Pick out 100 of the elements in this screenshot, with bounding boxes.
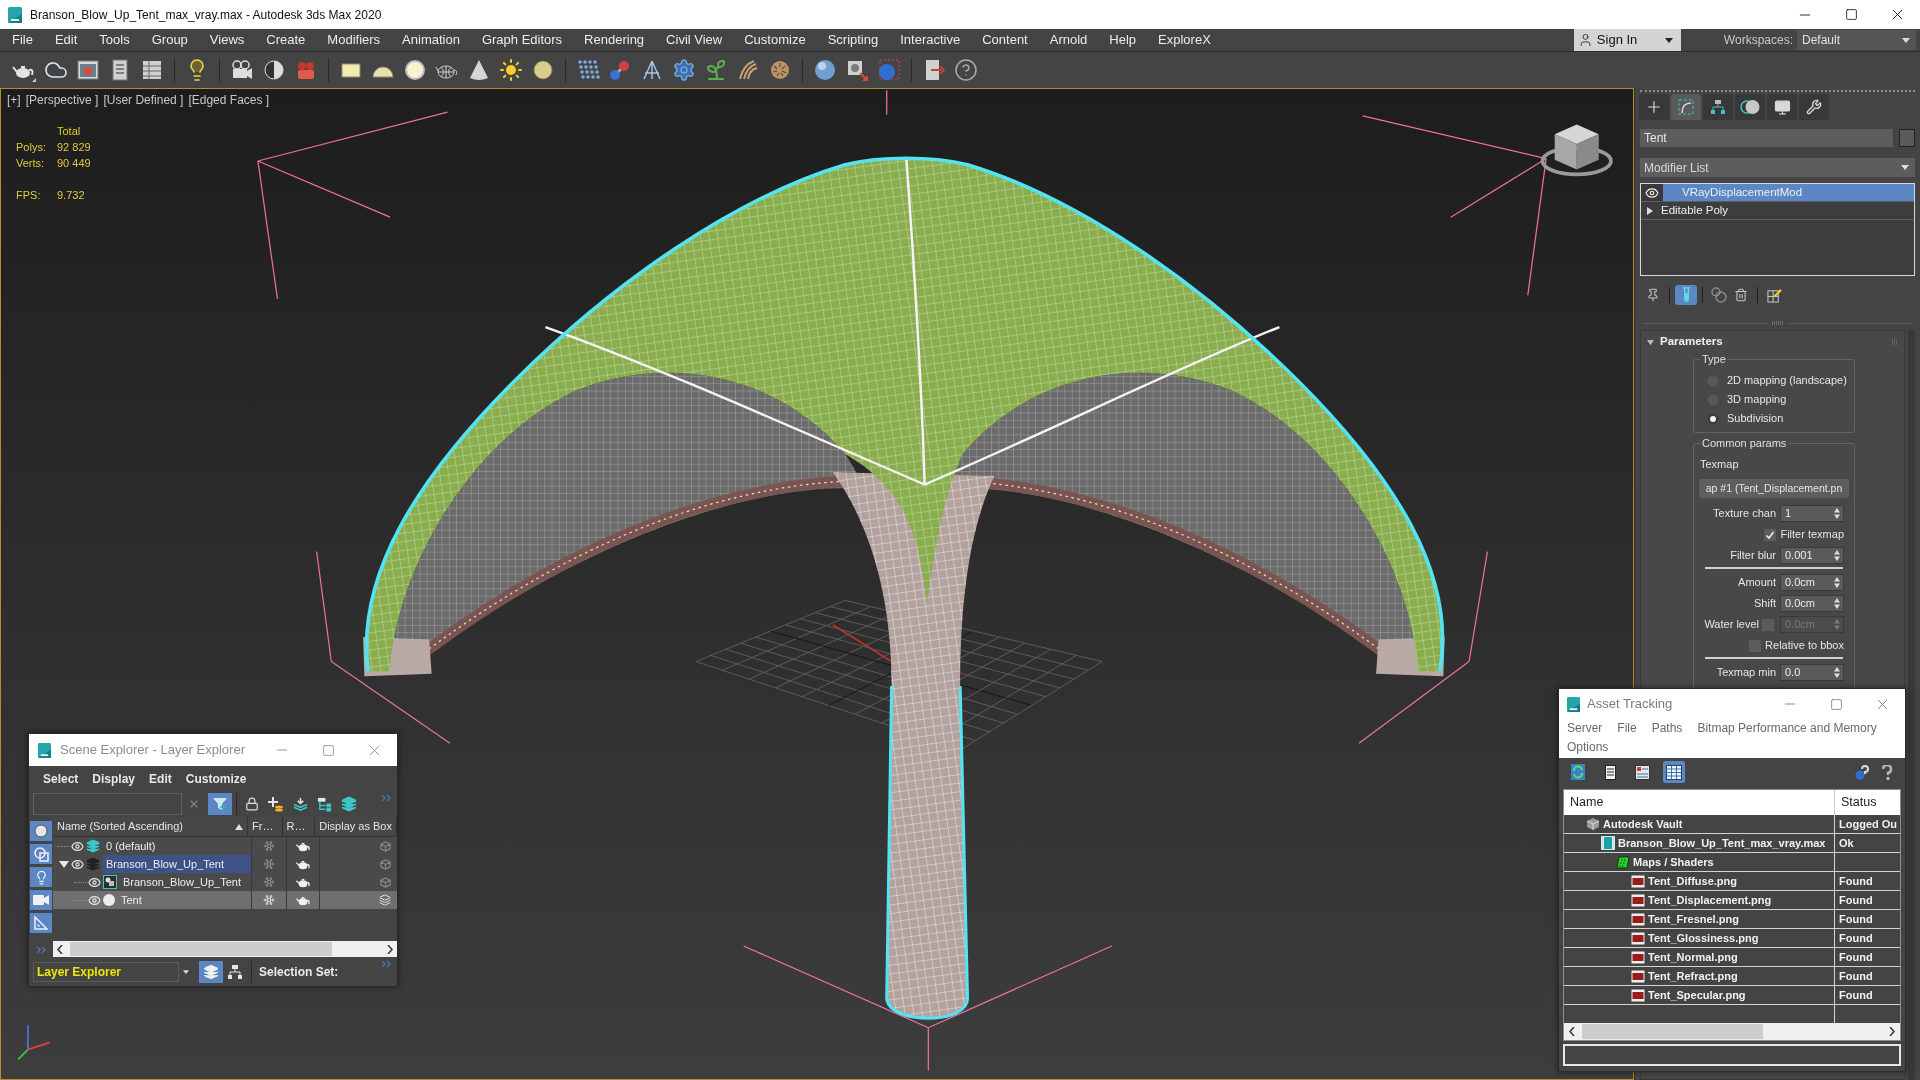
hair-icon[interactable]: [736, 58, 760, 82]
expand-triangle-icon[interactable]: [57, 859, 71, 869]
menu-item[interactable]: Views: [198, 29, 256, 51]
layer-name[interactable]: Branson_Blow_Up_Tent: [103, 855, 251, 873]
menu-item[interactable]: Edit: [149, 769, 172, 788]
dot-grid-icon[interactable]: [576, 58, 600, 82]
grass-icon[interactable]: [704, 58, 728, 82]
menu-item[interactable]: Server: [1567, 719, 1603, 738]
workspaces-dropdown[interactable]: Default: [1797, 30, 1916, 50]
menu-item[interactable]: File: [1617, 719, 1637, 738]
lock-icon[interactable]: [245, 797, 259, 811]
option-label[interactable]: 2D mapping (landscape): [1727, 372, 1847, 389]
spinner-arrows-icon[interactable]: [1834, 598, 1840, 609]
sun-icon[interactable]: [499, 58, 523, 82]
stack-tool-button[interactable]: [1708, 285, 1730, 305]
menu-item[interactable]: Options: [1567, 738, 1609, 757]
tree-row[interactable]: Branson_Blow_Up_Tent: [53, 873, 397, 891]
menu-item[interactable]: Bitmap Performance and Memory: [1697, 719, 1877, 738]
sphere-icon[interactable]: [403, 58, 427, 82]
sphere-icon[interactable]: [813, 58, 837, 82]
sign-in-button[interactable]: Sign In: [1573, 29, 1681, 51]
sphere-icon[interactable]: [531, 58, 555, 82]
render-window-icon[interactable]: [76, 58, 100, 82]
spinner-arrows-icon[interactable]: [1834, 550, 1840, 561]
snowflake-icon[interactable]: [263, 840, 275, 852]
help-icon[interactable]: [954, 58, 978, 82]
spinner-field[interactable]: 0.0cm: [1780, 595, 1844, 612]
asset-row[interactable]: Tent_Glossiness.png Found: [1564, 929, 1900, 948]
menu-item[interactable]: Arnold: [1038, 29, 1099, 51]
filter-button[interactable]: [208, 793, 232, 815]
menu-item[interactable]: Paths: [1651, 719, 1683, 738]
rollout-title[interactable]: Parameters: [1660, 333, 1723, 351]
menu-item[interactable]: Animation: [391, 29, 471, 51]
menu-item[interactable]: Group: [140, 29, 199, 51]
object-name[interactable]: Branson_Blow_Up_Tent: [120, 873, 251, 891]
spinner-arrows-icon[interactable]: [1834, 577, 1840, 588]
triangle-icon[interactable]: [1647, 338, 1654, 346]
spinner-field[interactable]: 0.0: [1780, 664, 1844, 681]
filter-toggle[interactable]: [30, 890, 52, 910]
fur-ball-icon[interactable]: [768, 58, 792, 82]
layers-icon[interactable]: [341, 796, 357, 812]
tree-row[interactable]: 0 (default): [53, 837, 397, 855]
gear-icon[interactable]: [672, 58, 696, 82]
column-header[interactable]: Fr…: [248, 817, 283, 836]
option-label[interactable]: 3D mapping: [1727, 391, 1787, 408]
menu-item[interactable]: Help: [1098, 29, 1148, 51]
spinner-field[interactable]: 0.001: [1780, 547, 1844, 564]
caret-icon[interactable]: [1664, 37, 1673, 43]
asset-row[interactable]: Maps / Shaders: [1564, 853, 1900, 872]
menu-item[interactable]: Rendering: [573, 29, 656, 51]
asset-row[interactable]: Tent_Displacement.png Found: [1564, 891, 1900, 910]
layers-icon[interactable]: [379, 894, 391, 906]
teapot-icon[interactable]: [296, 894, 310, 906]
object-name-field[interactable]: Tent: [1640, 129, 1893, 147]
scrollbar-thumb[interactable]: [70, 942, 332, 956]
camera-icon[interactable]: [230, 58, 254, 82]
command-tab[interactable]: [1639, 94, 1669, 120]
hierarchy-icon[interactable]: [228, 964, 242, 979]
column-header[interactable]: Name: [1564, 790, 1835, 815]
grip-icon[interactable]: [1892, 339, 1898, 345]
column-header[interactable]: Status: [1835, 790, 1900, 815]
globe-help-icon[interactable]: [1855, 764, 1870, 780]
viewcube-icon[interactable]: [1540, 124, 1613, 177]
menu-item[interactable]: Display: [92, 769, 136, 788]
menu-item[interactable]: Select: [43, 769, 79, 788]
asset-row[interactable]: Autodesk Vault Logged Ou: [1564, 815, 1900, 834]
column-header[interactable]: R…: [282, 817, 316, 836]
asset-row[interactable]: Tent_Normal.png Found: [1564, 948, 1900, 967]
menu-item[interactable]: Tools: [88, 29, 141, 51]
caret-icon[interactable]: [1901, 165, 1909, 170]
asset-row[interactable]: Branson_Blow_Up_Tent_max_vray.max Ok: [1564, 834, 1900, 853]
horizontal-scrollbar[interactable]: [53, 941, 397, 957]
toolbar-button[interactable]: [1663, 761, 1685, 783]
cube-icon[interactable]: [380, 858, 391, 870]
filter-toggle[interactable]: [30, 844, 52, 864]
viewport-label[interactable]: [Perspective ]: [25, 93, 99, 107]
spinner-field[interactable]: 0.0cm: [1780, 574, 1844, 591]
menu-item[interactable]: Create: [255, 29, 317, 51]
menu-item[interactable]: Interactive: [889, 29, 972, 51]
filter-toggle[interactable]: [30, 821, 52, 841]
eye-icon[interactable]: [88, 875, 101, 889]
expand-triangle-icon[interactable]: [1647, 206, 1653, 215]
menu-item[interactable]: Content: [971, 29, 1039, 51]
grip-icon[interactable]: [1770, 321, 1785, 325]
snowflake-icon[interactable]: [263, 894, 275, 906]
checkbox[interactable]: [1764, 528, 1777, 541]
viewport-label[interactable]: [Edged Faces ]: [188, 93, 270, 107]
menu-item[interactable]: ExploreX: [1147, 29, 1222, 51]
eye-icon[interactable]: [1645, 185, 1659, 200]
path-field[interactable]: [1563, 1044, 1901, 1066]
viewport-label[interactable]: [+]: [7, 93, 21, 107]
eye-icon[interactable]: [71, 857, 84, 871]
spinner-arrows-icon[interactable]: [1834, 667, 1840, 678]
filter-toggle[interactable]: [30, 867, 52, 887]
add-layer-icon[interactable]: [268, 796, 284, 812]
layers-arrow-icon[interactable]: [293, 796, 308, 812]
cube-icon[interactable]: [380, 876, 391, 888]
command-tab[interactable]: [1767, 94, 1797, 120]
explorer-mode-dropdown[interactable]: Layer Explorer: [33, 961, 179, 982]
cone-icon[interactable]: [467, 58, 491, 82]
